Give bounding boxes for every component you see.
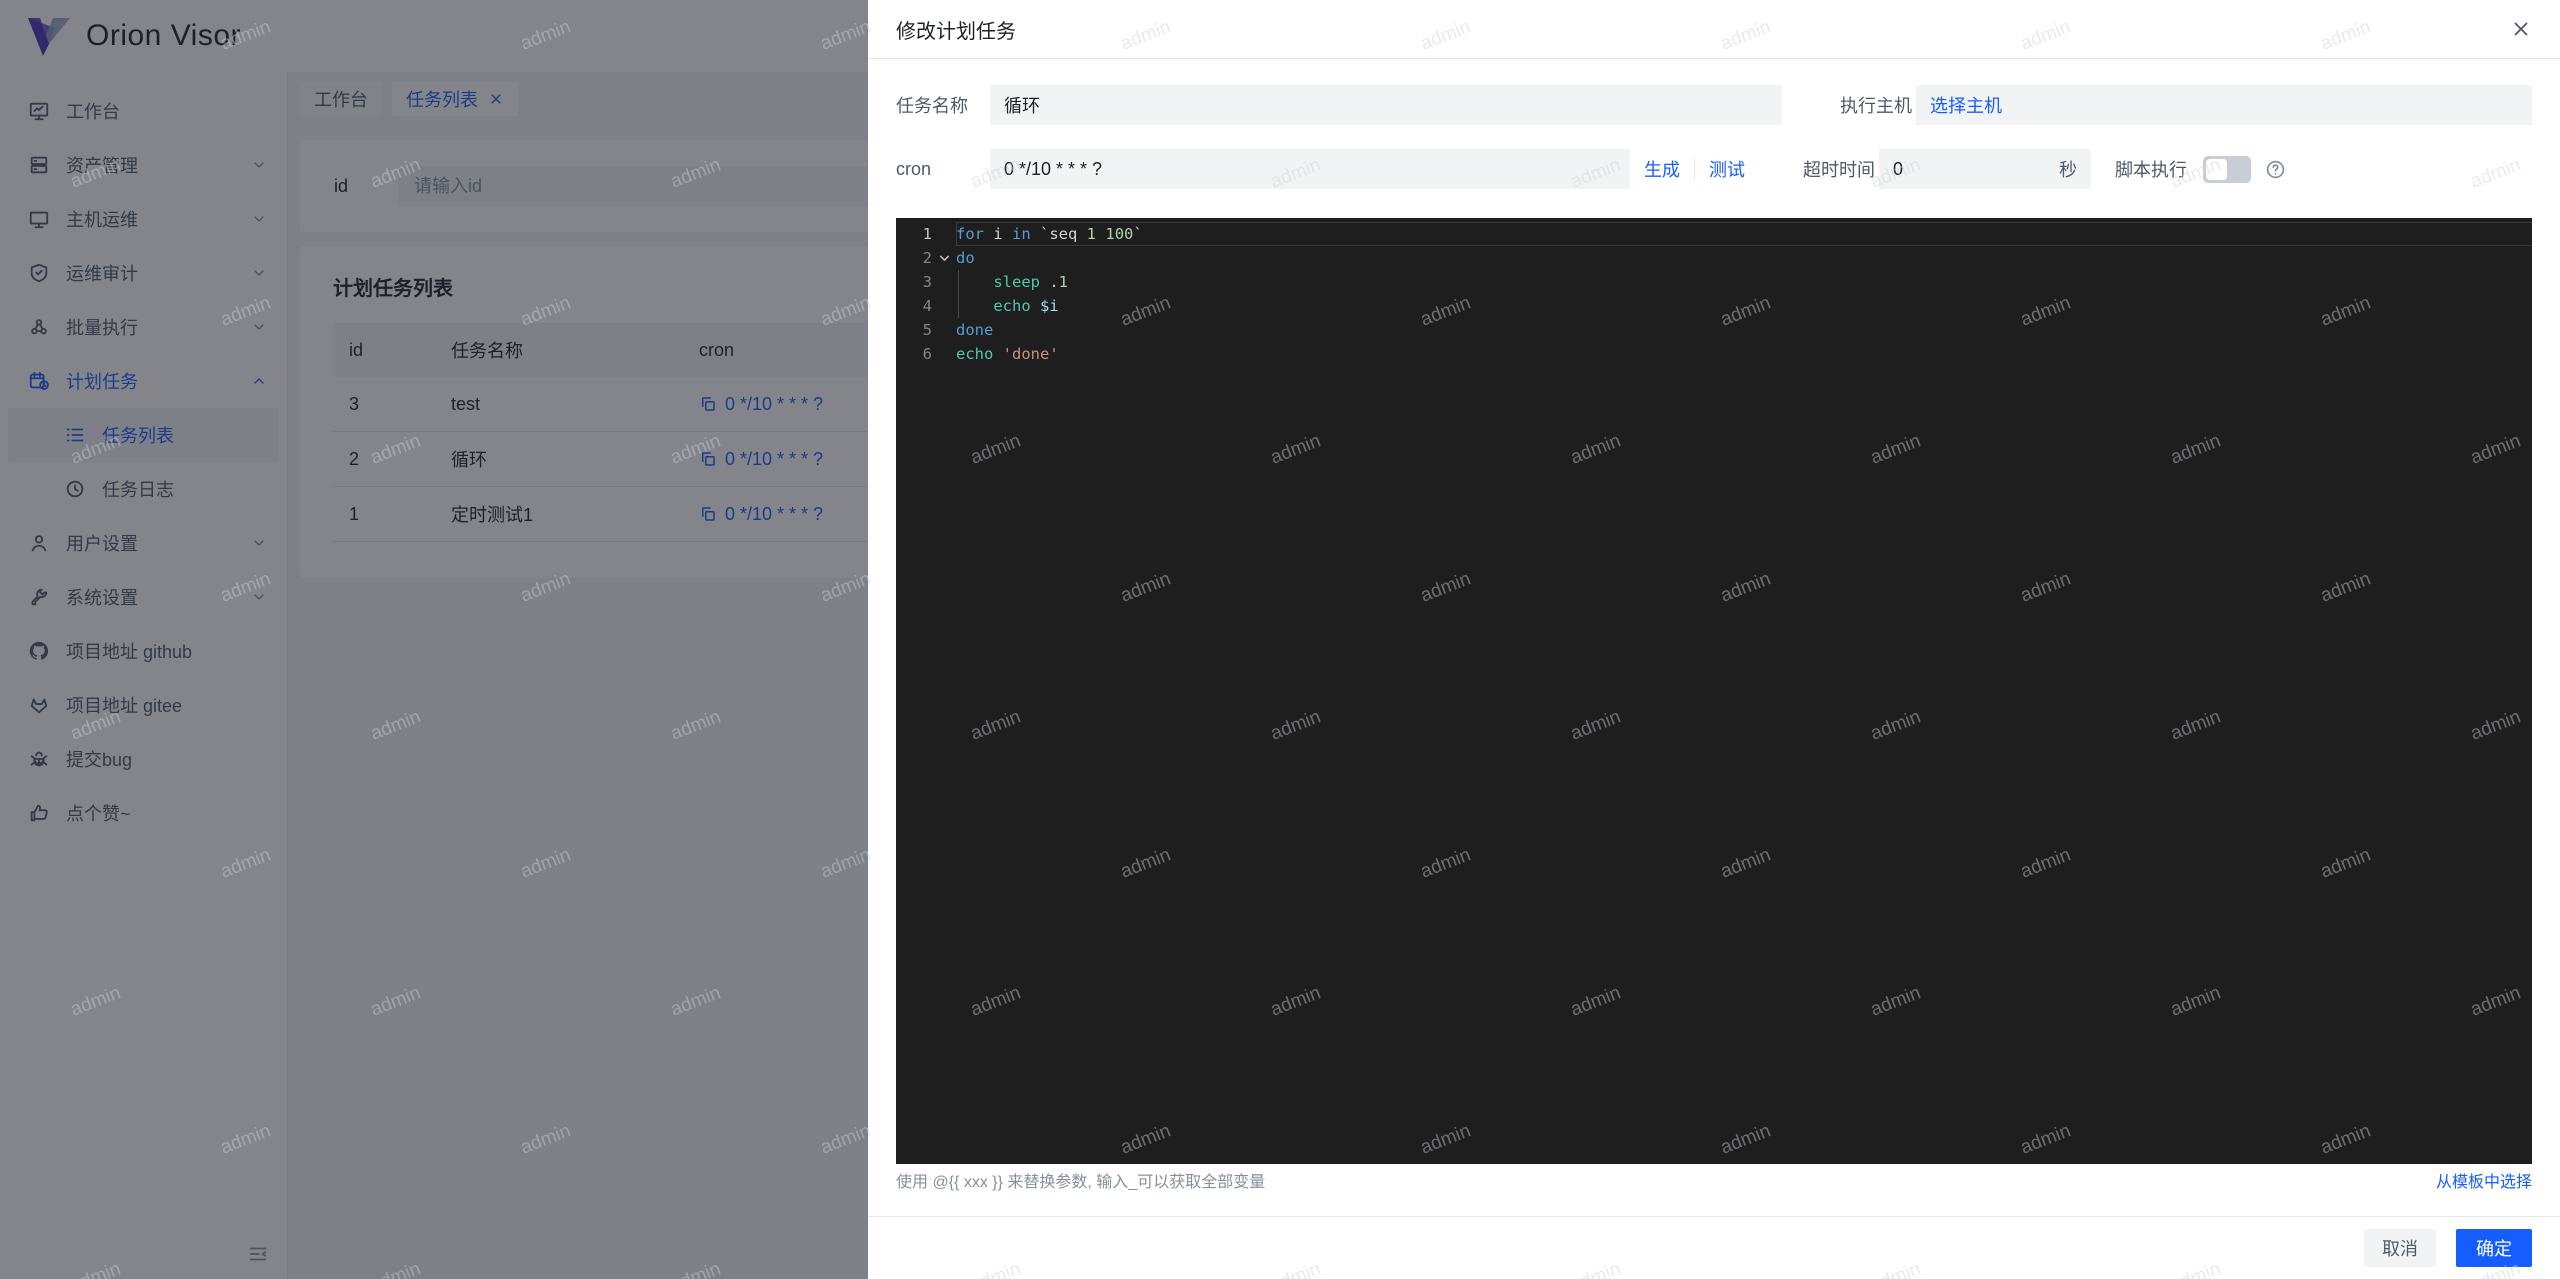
line-number: 3: [922, 273, 932, 291]
timeout-label: 超时时间: [1803, 160, 1875, 180]
modal-footer: 取消 确定: [868, 1216, 2560, 1279]
cancel-button[interactable]: 取消: [2364, 1229, 2436, 1267]
cron-input[interactable]: [990, 149, 1630, 189]
fold-gutter: [932, 342, 956, 366]
editor-line-4: 4 echo $i: [896, 294, 2532, 318]
edit-schedule-task-modal: 修改计划任务 任务名称 执行主机 选择主机 cron 生成 测试 超时时间: [868, 0, 2560, 1279]
editor-line-5: 5 done: [896, 318, 2532, 342]
form-row-name-host: 任务名称 执行主机 选择主机: [896, 85, 2532, 125]
exec-host-label: 执行主机: [1840, 96, 1912, 116]
task-name-input[interactable]: [990, 85, 1782, 125]
code-text: sleep .1: [993, 273, 1069, 291]
code-text: do: [956, 249, 975, 267]
page: Orion Visor 工作台资产管理主机运维运维审计批量执行计划任务任务列表任…: [0, 0, 2560, 1279]
fold-gutter: [932, 294, 956, 318]
line-number: 4: [922, 297, 932, 315]
code-text: done: [956, 321, 994, 339]
code-text: echo $i: [993, 297, 1059, 315]
task-name-label: 任务名称: [896, 96, 968, 116]
select-from-template-link[interactable]: 从模板中选择: [2436, 1168, 2532, 1192]
parameter-hint: 使用 @{{ xxx }} 来替换参数, 输入_可以获取全部变量: [896, 1174, 1266, 1191]
toggle-knob: [2206, 158, 2227, 180]
line-number: 1: [922, 225, 932, 243]
fold-gutter: [932, 270, 956, 294]
code-text: echo 'done': [956, 345, 1059, 363]
code-text: for i in `seq 1 100`: [956, 222, 2532, 246]
cron-test-link[interactable]: 测试: [1709, 156, 1745, 182]
fold-gutter: [932, 318, 956, 342]
fold-chevron-icon[interactable]: [932, 246, 956, 270]
timeout-input[interactable]: [1879, 149, 2059, 189]
timeout-unit: 秒: [2059, 160, 2077, 180]
line-number: 2: [922, 249, 932, 267]
task-name-field: [990, 85, 1782, 125]
select-host-link[interactable]: 选择主机: [1930, 92, 2002, 118]
cron-field: [990, 149, 1630, 189]
cron-generate-link[interactable]: 生成: [1644, 156, 1680, 182]
divider: [1694, 159, 1695, 179]
script-exec-label: 脚本执行: [2115, 160, 2187, 180]
modal-title: 修改计划任务: [896, 20, 1016, 43]
ok-button[interactable]: 确定: [2456, 1229, 2532, 1267]
line-number: 5: [922, 321, 932, 339]
editor-hint-row: 使用 @{{ xxx }} 来替换参数, 输入_可以获取全部变量 从模板中选择: [896, 1168, 2532, 1192]
timeout-field: 秒: [1879, 149, 2091, 189]
cron-label: cron: [896, 158, 932, 179]
form-row-cron: cron 生成 测试 超时时间 秒 脚本执行: [896, 149, 2532, 189]
fold-gutter: [932, 222, 956, 246]
question-circle-icon: [2265, 159, 2286, 180]
script-code-editor[interactable]: 1 for i in `seq 1 100` 2 do 3 sleep .1 4 echo…: [896, 218, 2532, 1164]
indent-guide: [958, 270, 959, 318]
editor-line-2: 2 do: [896, 246, 2532, 270]
close-icon[interactable]: [2510, 18, 2532, 40]
editor-line-3: 3 sleep .1: [896, 270, 2532, 294]
script-exec-toggle[interactable]: [2203, 155, 2251, 183]
line-number: 6: [922, 345, 932, 363]
editor-line-6: 6 echo 'done': [896, 342, 2532, 366]
editor-line-1: 1 for i in `seq 1 100`: [896, 222, 2532, 246]
exec-host-field: 选择主机: [1916, 85, 2532, 125]
modal-header: 修改计划任务: [868, 0, 2560, 59]
